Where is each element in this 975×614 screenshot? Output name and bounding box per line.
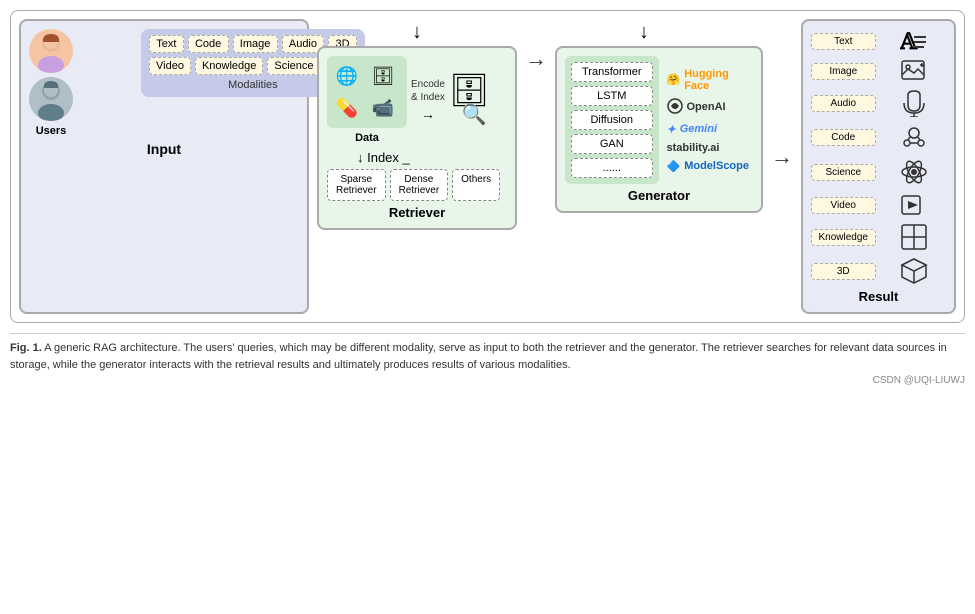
gemini-icon: ✦ [667, 123, 676, 136]
result-icon-image [882, 59, 947, 83]
caption-area: Fig. 1. A generic RAG architecture. The … [10, 333, 965, 373]
modality-knowledge: Knowledge [195, 57, 263, 75]
arrow-right-encode: → [421, 106, 435, 122]
result-icon-3d [882, 257, 947, 285]
result-tag-knowledge: Knowledge [811, 229, 876, 246]
result-tag-text: Text [811, 33, 876, 50]
video-icon: 📹 [369, 94, 397, 122]
brand-gemini: ✦ Gemini [667, 123, 754, 136]
users-label: Users [36, 125, 67, 137]
data-label: Data [355, 132, 379, 144]
result-icon-text: 𝔸 [882, 29, 947, 53]
brand-stability: stability.ai [667, 142, 754, 154]
model-transformer: Transformer [571, 62, 653, 82]
brand-list: 🤗 Hugging Face OpenAI ✦ Gemini [667, 56, 754, 184]
modality-image: Image [233, 35, 278, 53]
result-tag-image: Image [811, 63, 876, 80]
result-tag-3d: 3D [811, 263, 876, 280]
openai-label: OpenAI [687, 101, 726, 113]
modality-code: Code [188, 35, 229, 53]
result-tag-science: Science [811, 164, 876, 181]
magnifier-icon: 🔍 [462, 102, 487, 127]
openai-icon [667, 98, 683, 117]
pill-icon: 💊 [333, 94, 361, 122]
avatar-female [29, 29, 73, 73]
generator-title: Generator [565, 188, 753, 203]
result-grid: Text 𝔸 Image [811, 29, 946, 285]
model-lstm: LSTM [571, 86, 653, 106]
retriever-section: 🌐 🗄 💊 📹 Data Encode& Index → 🗄 🔍 [317, 46, 517, 230]
brand-openai: OpenAI [667, 98, 754, 117]
sparse-retriever-tag: SparseRetriever [327, 169, 386, 201]
model-gan: GAN [571, 134, 653, 154]
caption-text: A generic RAG architecture. The users' q… [10, 342, 947, 371]
data-section: 🌐 🗄 💊 📹 Data [327, 56, 407, 144]
result-tag-code: Code [811, 129, 876, 146]
stability-label: stability.ai [667, 142, 720, 154]
others-tag: Others [452, 169, 500, 201]
result-icon-audio [882, 89, 947, 117]
generator-section: Transformer LSTM Diffusion GAN ...... 🤗 … [555, 46, 763, 213]
result-title: Result [811, 289, 946, 304]
dense-retriever-tag: DenseRetriever [390, 169, 449, 201]
model-diffusion: Diffusion [571, 110, 653, 130]
globe-icon: 🌐 [333, 62, 361, 90]
retriever-tags: SparseRetriever DenseRetriever Others [327, 169, 507, 201]
brand-modelscope: 🔷 ModelScope [667, 160, 754, 173]
result-section: Text 𝔸 Image [801, 19, 956, 314]
modelscope-icon: 🔷 [667, 160, 681, 173]
main-diagram: Users Text Code Image Audio 3D Video Kno… [10, 10, 965, 323]
modality-science: Science [267, 57, 320, 75]
arrow-down-generator: ↓ [525, 21, 763, 44]
hf-label: Hugging Face [684, 68, 753, 92]
modality-text: Text [149, 35, 184, 53]
model-list: Transformer LSTM Diffusion GAN ...... [565, 56, 659, 184]
caption-fig-label: Fig. 1. [10, 342, 42, 354]
db-search-container: 🗄 🔍 [449, 74, 490, 127]
result-icon-video [882, 193, 947, 217]
modelscope-label: ModelScope [684, 160, 749, 172]
input-title: Input [29, 141, 299, 157]
result-icon-code [882, 123, 947, 151]
retriever-title: Retriever [327, 205, 507, 220]
result-icon-knowledge [882, 223, 947, 251]
encode-label: Encode& Index [411, 78, 445, 104]
watermark: CSDN @UQI-LIUWJ [10, 375, 965, 386]
database-icon: 🗄 [369, 62, 397, 90]
arrow-generator-result: → [771, 144, 793, 170]
users-area: Users [29, 29, 73, 137]
hf-icon: 🤗 [667, 73, 681, 86]
model-ellipsis: ...... [571, 158, 653, 178]
avatar-male [29, 77, 73, 121]
arrow-retriever-generator: → [525, 46, 547, 72]
brand-huggingface: 🤗 Hugging Face [667, 68, 754, 92]
input-section: Users Text Code Image Audio 3D Video Kno… [19, 19, 309, 314]
result-tag-video: Video [811, 197, 876, 214]
index-arrow: ↓ Index _ [327, 150, 507, 165]
gemini-label: Gemini [680, 123, 717, 135]
arrow-down-retriever: ↓ [317, 21, 517, 44]
data-icons: 🌐 🗄 💊 📹 [327, 56, 407, 128]
result-tag-audio: Audio [811, 95, 876, 112]
modality-video: Video [149, 57, 191, 75]
result-icon-science [882, 157, 947, 187]
